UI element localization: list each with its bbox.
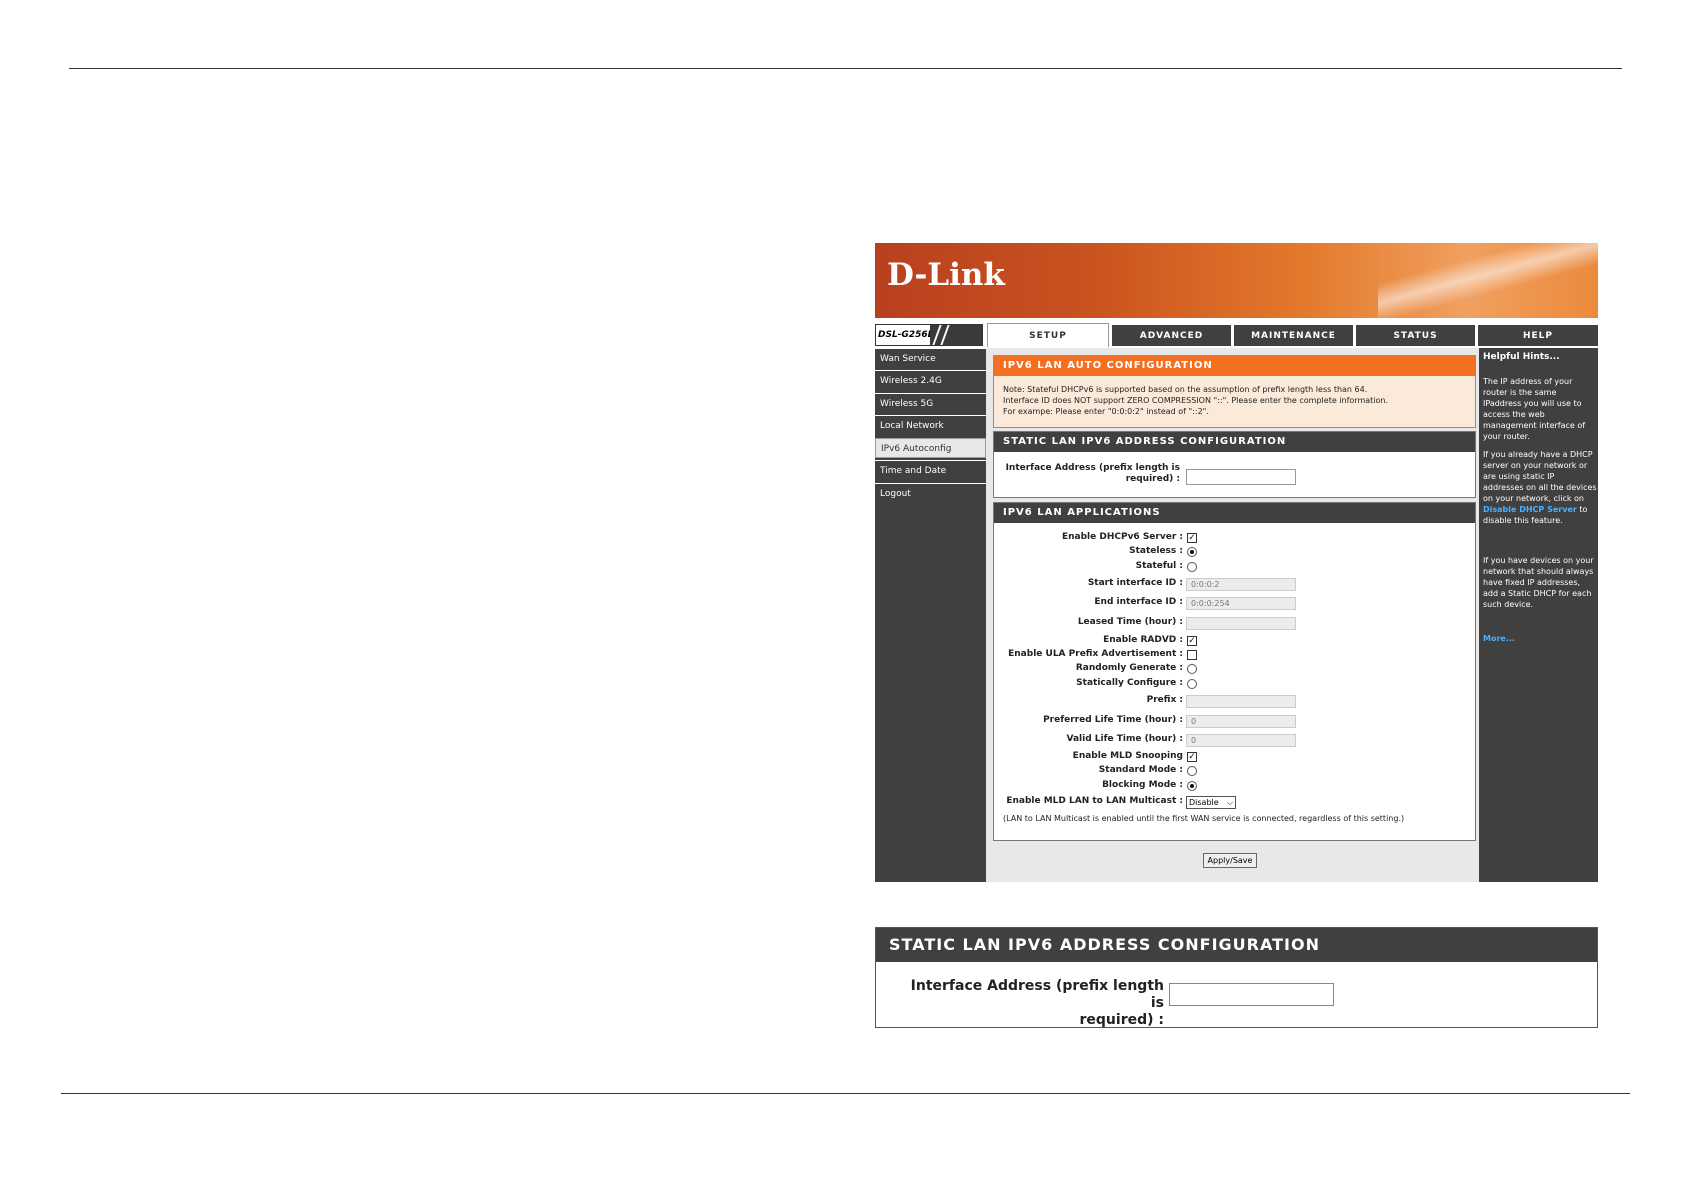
top-divider	[69, 68, 1622, 69]
mld-note: (LAN to LAN Multicast is enabled until t…	[1003, 814, 1405, 823]
chevron-down-icon: ⌵	[1226, 798, 1233, 807]
dlink-banner: D-Link	[875, 243, 1598, 318]
sidebar-item-wan-service[interactable]: Wan Service	[875, 348, 986, 368]
note-line: Note: Stateful DHCPv6 is supported based…	[1003, 385, 1368, 394]
blocking-mode-radio[interactable]	[1187, 781, 1197, 791]
model-label: DSL-G256DG	[875, 324, 983, 346]
standard-mode-label: Standard Mode :	[1098, 765, 1183, 775]
start-interface-id-input[interactable]: 0:0:0:2	[1186, 578, 1296, 591]
sidebar-item-logout[interactable]: Logout	[875, 483, 986, 503]
tab-advanced[interactable]: ADVANCED	[1112, 325, 1231, 346]
sidebar-item-time-and-date[interactable]: Time and Date	[875, 460, 986, 480]
enable-ula-checkbox[interactable]	[1187, 650, 1197, 660]
enable-ula-label: Enable ULA Prefix Advertisement :	[1008, 649, 1183, 659]
stateless-label: Stateless :	[1129, 546, 1183, 556]
tab-setup[interactable]: SETUP	[987, 323, 1109, 347]
leased-time-input[interactable]	[1186, 617, 1296, 630]
help-paragraph: The IP address of your router is the sam…	[1483, 377, 1586, 441]
stateless-radio[interactable]	[1187, 547, 1197, 557]
label-line: Interface Address (prefix length is	[1005, 463, 1180, 473]
interface-address-input[interactable]	[1186, 469, 1296, 485]
tab-status[interactable]: STATUS	[1356, 325, 1475, 346]
help-text: If you already have a DHCP server on you…	[1483, 450, 1597, 503]
note-text: Note: Stateful DHCPv6 is supported based…	[994, 376, 1475, 425]
sidebar-item-wireless-24g[interactable]: Wireless 2.4G	[875, 370, 986, 390]
label-line: required) :	[1079, 1012, 1164, 1028]
model-slash-decoration	[930, 325, 982, 345]
label-line: Interface Address (prefix length is	[910, 978, 1164, 1011]
tab-help[interactable]: HELP	[1478, 325, 1598, 346]
section-title: IPV6 LAN AUTO CONFIGURATION	[994, 356, 1475, 376]
disable-dhcp-server-link[interactable]: Disable DHCP Server	[1483, 505, 1577, 514]
apply-save-button[interactable]: Apply/Save	[1203, 853, 1257, 868]
tab-maintenance[interactable]: MAINTENANCE	[1234, 325, 1353, 346]
preferred-life-time-input[interactable]: 0	[1186, 715, 1296, 728]
statically-configure-radio[interactable]	[1187, 679, 1197, 689]
static-ipv6-section: STATIC LAN IPV6 ADDRESS CONFIGURATION In…	[993, 431, 1476, 498]
prefix-input[interactable]	[1186, 695, 1296, 708]
mld-lan-multicast-label: Enable MLD LAN to LAN Multicast :	[1006, 796, 1183, 806]
help-paragraph: If you have devices on your network that…	[1483, 556, 1594, 609]
ipv6-lan-applications-section: IPV6 LAN APPLICATIONS Enable DHCPv6 Serv…	[993, 502, 1476, 841]
help-paragraph: If you already have a DHCP server on you…	[1483, 449, 1597, 526]
stateful-radio[interactable]	[1187, 562, 1197, 572]
select-value: Disable	[1189, 798, 1219, 807]
randomly-generate-radio[interactable]	[1187, 664, 1197, 674]
enable-radvd-checkbox[interactable]: ✓	[1187, 636, 1197, 646]
preferred-life-time-label: Preferred Life Time (hour) :	[1043, 715, 1183, 725]
router-screenshot: D-Link DSL-G256DG SETUP ADVANCED MAINTEN…	[875, 243, 1598, 882]
inset-interface-address-label: Interface Address (prefix length is requ…	[906, 978, 1164, 1029]
sidebar-item-local-network[interactable]: Local Network	[875, 415, 986, 435]
enable-dhcpv6-checkbox[interactable]: ✓	[1187, 533, 1197, 543]
dlink-logo: D-Link	[887, 257, 1005, 293]
banner-streak	[1378, 243, 1598, 318]
help-title: Helpful Hints...	[1483, 352, 1560, 362]
valid-life-time-label: Valid Life Time (hour) :	[1066, 734, 1184, 744]
static-ipv6-zoom-inset: STATIC LAN IPV6 ADDRESS CONFIGURATION In…	[875, 927, 1598, 1028]
valid-life-time-input[interactable]: 0	[1186, 734, 1296, 747]
stateful-label: Stateful :	[1135, 561, 1183, 571]
inset-title: STATIC LAN IPV6 ADDRESS CONFIGURATION	[876, 928, 1597, 962]
inset-interface-address-input[interactable]	[1169, 983, 1334, 1006]
note-line: For exampe: Please enter "0:0:0:2" inste…	[1003, 407, 1209, 416]
help-panel: Helpful Hints... The IP address of your …	[1479, 348, 1598, 882]
standard-mode-radio[interactable]	[1187, 766, 1197, 776]
bottom-divider	[61, 1093, 1630, 1094]
enable-dhcpv6-label: Enable DHCPv6 Server :	[1061, 532, 1183, 542]
enable-mld-snooping-label: Enable MLD Snooping	[1072, 751, 1183, 761]
interface-address-label: Interface Address (prefix length is requ…	[1002, 463, 1180, 485]
sidebar-item-ipv6-autoconfig[interactable]: IPv6 Autoconfig	[875, 438, 986, 458]
sidebar-item-wireless-5g[interactable]: Wireless 5G	[875, 393, 986, 413]
section-title: STATIC LAN IPV6 ADDRESS CONFIGURATION	[994, 432, 1475, 452]
statically-configure-label: Statically Configure :	[1076, 678, 1183, 688]
leased-time-label: Leased Time (hour) :	[1077, 617, 1183, 627]
sidebar: Wan Service Wireless 2.4G Wireless 5G Lo…	[875, 348, 986, 882]
blocking-mode-label: Blocking Mode :	[1102, 780, 1183, 790]
prefix-label: Prefix :	[1146, 695, 1183, 705]
enable-mld-snooping-checkbox[interactable]: ✓	[1187, 752, 1197, 762]
enable-radvd-label: Enable RADVD :	[1103, 635, 1183, 645]
randomly-generate-label: Randomly Generate :	[1075, 663, 1183, 673]
end-interface-id-label: End interface ID :	[1094, 597, 1183, 607]
ipv6-auto-config-section: IPV6 LAN AUTO CONFIGURATION Note: Statef…	[993, 355, 1476, 428]
start-interface-id-label: Start interface ID :	[1087, 578, 1183, 588]
note-line: Interface ID does NOT support ZERO COMPR…	[1003, 396, 1389, 405]
label-line: required) :	[1125, 474, 1180, 484]
more-link[interactable]: More...	[1483, 634, 1515, 643]
end-interface-id-input[interactable]: 0:0:0:254	[1186, 597, 1296, 610]
mld-lan-multicast-select[interactable]: Disable ⌵	[1186, 796, 1236, 809]
section-title: IPV6 LAN APPLICATIONS	[994, 503, 1475, 523]
